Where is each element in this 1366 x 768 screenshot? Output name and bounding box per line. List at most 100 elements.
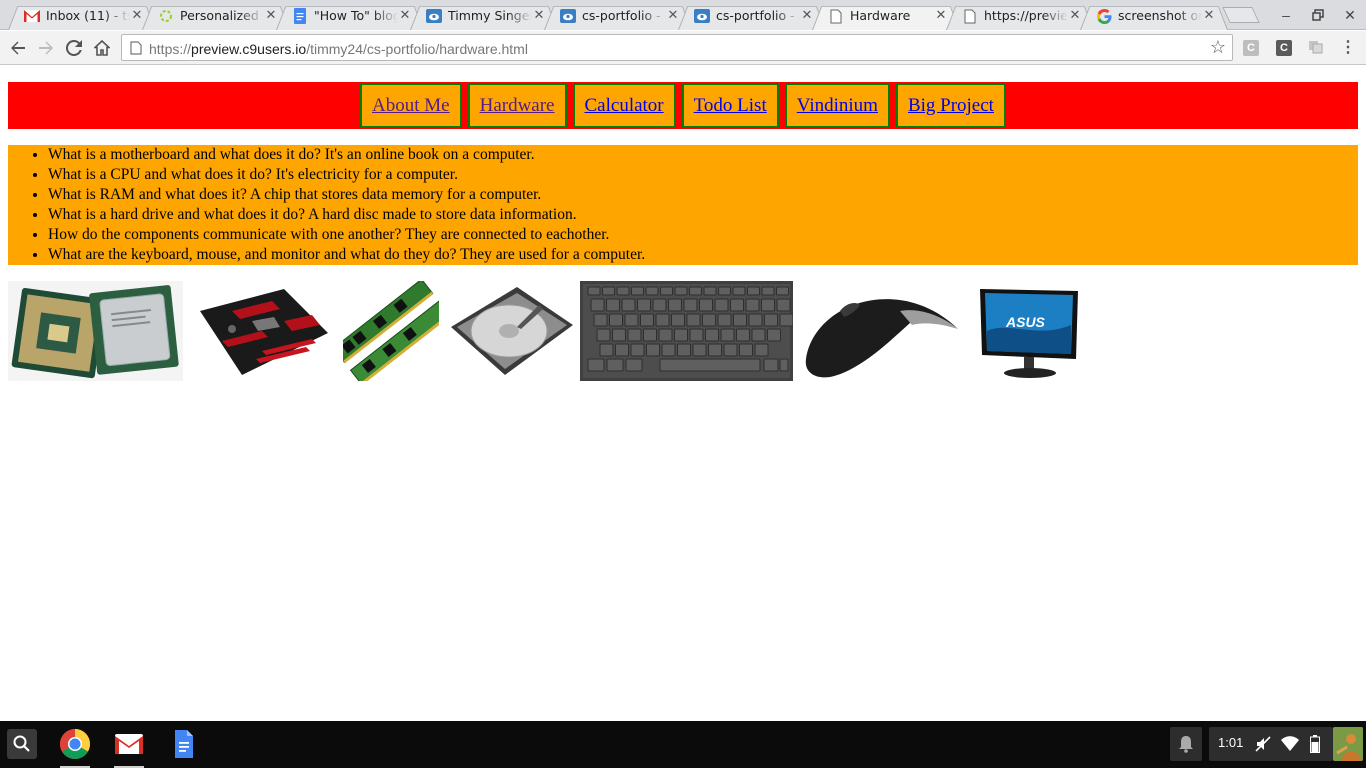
tab-cs-portfolio-2[interactable]: cs-portfolio - C ✕ [678,2,826,31]
new-tab-button[interactable] [1222,7,1260,23]
wifi-icon [1281,736,1299,757]
tab-title: cs-portfolio - C [582,8,666,23]
minimize-icon[interactable]: – [1275,4,1297,26]
keyboard-key [723,343,738,357]
page-icon [828,8,844,24]
keyboard-key [616,286,630,296]
bookmark-star-icon[interactable]: ☆ [1210,37,1226,58]
tab-title: Inbox (11) - ts [46,8,130,23]
extension-c-icon[interactable]: C [1243,40,1259,56]
keyboard-key [776,298,791,312]
keyboard-key [720,328,735,342]
list-item: What is RAM and what does it? A chip tha… [48,185,1358,205]
nav-hardware[interactable]: Hardware [467,83,567,128]
page-info-icon[interactable] [130,41,143,55]
maximize-icon[interactable] [1307,4,1329,26]
nav-vindinium[interactable]: Vindinium [784,83,890,128]
cloud9-icon [560,8,576,24]
tab-how-to-blog[interactable]: "How To" blog ✕ [276,2,424,31]
keyboard-key [590,298,605,312]
keyboard-key [692,343,707,357]
keyboard-key [745,298,760,312]
tab-title: screenshot on [1118,8,1202,23]
chrome-icon[interactable] [59,728,91,760]
keyboard-key [587,358,605,372]
tab-personalized[interactable]: Personalized ✕ [142,2,290,31]
tab-screenshot-search[interactable]: screenshot on ✕ [1080,2,1228,31]
keyboard-key [717,313,732,327]
clock: 1:01 [1218,735,1244,750]
keyboard-key [606,358,624,372]
keyboard-key [733,313,747,327]
launcher-search-icon[interactable] [7,729,37,759]
tab-preview-url[interactable]: https://previe ✕ [946,2,1094,31]
keyboard-key [637,298,651,312]
keyboard-key [631,286,644,296]
reload-icon[interactable] [62,36,86,60]
keyboard-key [748,313,763,327]
menu-kebab-icon[interactable]: ⋮ [1340,40,1356,56]
keyboard-key [683,298,698,312]
docs-icon[interactable] [167,728,199,760]
keyboard-key [625,358,643,372]
user-avatar[interactable] [1333,727,1363,761]
keyboard-key [730,298,744,312]
motherboard-image [192,281,334,381]
keyboard-key [609,313,623,327]
site-nav: About Me Hardware Calculator Todo List V… [8,82,1358,129]
keyboard-key [702,313,716,327]
monitor-brand: ASUS [1005,314,1046,330]
keyboard-key [630,343,645,357]
home-icon[interactable] [90,36,114,60]
page-icon [962,8,978,24]
browser-toolbar: https://preview.c9users.io/timmy24/cs-po… [0,31,1366,65]
nav-todo-list[interactable]: Todo List [681,83,779,128]
keyboard-key [739,343,753,357]
cloud9-icon [426,8,442,24]
nav-calculator[interactable]: Calculator [572,83,676,128]
status-tray[interactable]: 1:01 [1209,727,1333,761]
list-item: What is a CPU and what does it do? It's … [48,165,1358,185]
list-item: What are the keyboard, mouse, and monito… [48,245,1358,265]
address-bar[interactable]: https://preview.c9users.io/timmy24/cs-po… [121,34,1233,61]
keyboard-key [776,286,789,296]
keyboard-key [761,298,775,312]
keyboard-key [747,286,760,296]
keyboard-key [714,298,729,312]
keyboard-key [761,286,775,296]
back-arrow-icon[interactable] [6,36,30,60]
page-content: About Me Hardware Calculator Todo List V… [0,66,1366,721]
forward-arrow-icon[interactable] [34,36,58,60]
spinner-icon [158,8,174,24]
cloud9-icon [694,8,710,24]
list-item: What is a hard drive and what does it do… [48,205,1358,225]
keyboard-key [671,313,685,327]
tab-cs-portfolio-1[interactable]: cs-portfolio - C ✕ [544,2,692,31]
keyboard-key [612,328,626,342]
cast-extension-icon[interactable] [1308,40,1324,56]
tab-hardware[interactable]: Hardware ✕ [812,2,960,31]
keyboard-key [779,358,789,372]
extension-c-dark-icon[interactable]: C [1276,40,1292,56]
tab-timmy-singer[interactable]: Timmy Singer ✕ [410,2,558,31]
notifications-bell-icon[interactable] [1170,727,1202,761]
hardware-facts: What is a motherboard and what does it d… [8,145,1358,265]
nav-big-project[interactable]: Big Project [895,83,1006,128]
keyboard-key [751,328,766,342]
keyboard-key [689,286,702,296]
tab-title: Timmy Singer [448,8,532,23]
keyboard-key [640,313,654,327]
tab-title: "How To" blog [314,8,398,23]
tab-inbox[interactable]: Inbox (11) - ts ✕ [8,2,156,31]
keyboard-key [689,328,704,342]
keyboard-key [627,328,642,342]
nav-about-me[interactable]: About Me [360,83,462,128]
close-icon[interactable]: ✕ [1202,8,1216,22]
close-window-icon[interactable]: ✕ [1339,4,1361,26]
keyboard-key [624,313,639,327]
tab-strip: Inbox (11) - ts ✕ Personalized ✕ "How To… [0,0,1366,31]
gmail-icon[interactable] [113,728,145,760]
volume-muted-icon [1255,736,1271,757]
keyboard-key [593,313,608,327]
keyboard-key [754,343,769,357]
